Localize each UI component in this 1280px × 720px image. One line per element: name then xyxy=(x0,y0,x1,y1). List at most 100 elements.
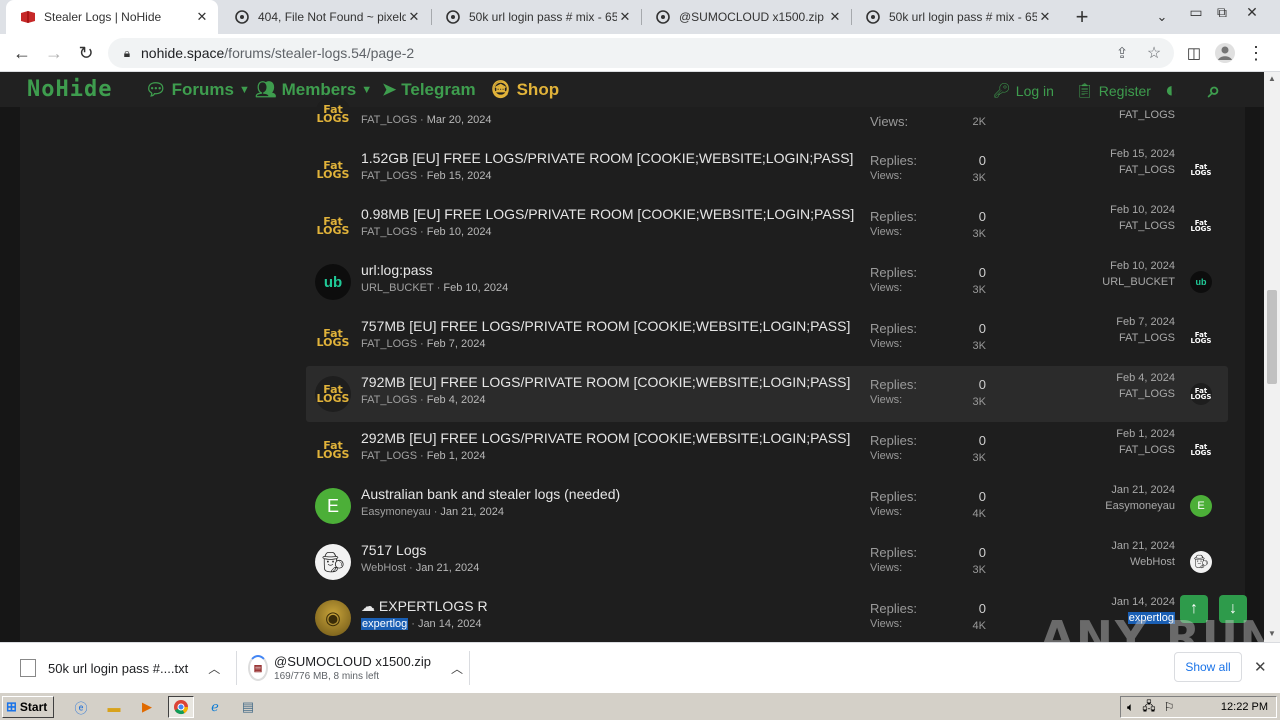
thread-date[interactable]: Mar 20, 2024 xyxy=(427,114,492,126)
ie-icon[interactable]: ⓔ xyxy=(70,696,92,718)
thread-title[interactable]: 757MB [EU] FREE LOGS/PRIVATE ROOM [COOKI… xyxy=(361,318,850,334)
easymoneyau-avatar-small[interactable]: E xyxy=(1190,495,1212,517)
thread-author[interactable]: expertlog xyxy=(361,618,409,630)
last-poster[interactable]: FAT_LOGS xyxy=(1119,388,1175,400)
tab-search-chevron-icon[interactable]: ⌄ xyxy=(1150,5,1174,29)
thread-author[interactable]: FAT_LOGS xyxy=(361,394,417,406)
reload-icon[interactable]: ↻ xyxy=(74,41,98,65)
edge-icon[interactable]: ℯ xyxy=(204,696,226,718)
scroll-up-arrow-icon[interactable]: ▲ xyxy=(1268,74,1276,83)
tab-404[interactable]: 404, File Not Found ~ pixeldra ✕ xyxy=(220,0,430,34)
last-post-date[interactable]: Feb 7, 2024 xyxy=(1116,316,1175,328)
last-post-date[interactable]: Feb 15, 2024 xyxy=(1110,148,1175,160)
last-poster[interactable]: FAT_LOGS xyxy=(1119,444,1175,456)
last-poster[interactable]: FAT_LOGS xyxy=(1119,332,1175,344)
lock-icon[interactable]: 🔒︎ xyxy=(115,41,139,65)
webhost-avatar-small[interactable]: 🕵︎ xyxy=(1190,551,1212,573)
thread-author[interactable]: FAT_LOGS xyxy=(361,450,417,462)
last-post-date[interactable]: Jan 21, 2024 xyxy=(1111,484,1175,496)
thread-date[interactable]: Feb 1, 2024 xyxy=(427,450,486,462)
close-icon[interactable]: ✕ xyxy=(1037,9,1053,25)
page-scrollbar[interactable]: ▲ ▼ xyxy=(1264,72,1280,642)
side-panel-icon[interactable]: ◫ xyxy=(1182,41,1206,65)
last-post-date[interactable]: Jan 14, 2024 xyxy=(1111,596,1175,608)
tab-50k-url-2[interactable]: 50k url login pass # mix - 65.t ✕ xyxy=(851,0,1061,34)
last-poster[interactable]: FAT_LOGS xyxy=(1119,220,1175,232)
fatlogs-avatar-small[interactable]: Fat LOGS xyxy=(1190,439,1212,461)
last-post-date[interactable]: Feb 4, 2024 xyxy=(1116,372,1175,384)
last-post-date[interactable]: Jan 21, 2024 xyxy=(1111,540,1175,552)
thread-row[interactable]: Fat LOGS 792MB [EU] FREE LOGS/PRIVATE ROOM… xyxy=(306,366,1228,422)
tab-sumocloud[interactable]: @SUMOCLOUD x1500.zip ~ pi ✕ xyxy=(641,0,851,34)
thread-date[interactable]: Jan 21, 2024 xyxy=(440,506,504,518)
thread-author[interactable]: FAT_LOGS xyxy=(361,170,417,182)
thread-date[interactable]: Feb 15, 2024 xyxy=(427,170,492,182)
close-icon[interactable]: ✕ xyxy=(406,9,422,25)
close-icon[interactable]: ✕ xyxy=(194,9,210,25)
fatlogs-avatar[interactable]: Fat LOGS xyxy=(315,432,351,468)
last-poster[interactable]: Easymoneyau xyxy=(1105,500,1175,512)
fatlogs-avatar[interactable]: Fat LOGS xyxy=(315,376,351,412)
thread-title[interactable]: 1.52GB [EU] FREE LOGS/PRIVATE ROOM [COOK… xyxy=(361,150,853,166)
show-all-button[interactable]: Show all xyxy=(1174,652,1242,682)
menu-icon[interactable]: ⋮ xyxy=(1244,41,1268,65)
fatlogs-avatar[interactable]: Fat LOGS xyxy=(315,208,351,244)
thread-author[interactable]: URL_BUCKET xyxy=(361,282,434,294)
thread-title[interactable]: ☁ EXPERTLOGS R xyxy=(361,598,488,615)
close-icon[interactable]: ✕ xyxy=(617,9,633,25)
fatlogs-avatar-small[interactable]: Fat LOGS xyxy=(1190,327,1212,349)
thread-author[interactable]: FAT_LOGS xyxy=(361,226,417,238)
scroll-down-arrow-icon[interactable]: ▼ xyxy=(1268,629,1276,638)
fatlogs-avatar-small[interactable]: Fat LOGS xyxy=(1190,383,1212,405)
thread-title[interactable]: url:log:pass xyxy=(361,262,433,278)
thread-row[interactable]: Fat LOGS 1.52GB [EU] FREE LOGS/PRIVATE ROO… xyxy=(306,142,1228,198)
thread-date[interactable]: Jan 14, 2024 xyxy=(418,618,482,630)
folder-icon[interactable]: ▬ xyxy=(103,696,125,718)
tab-50k-url[interactable]: 50k url login pass # mix - 65.t ✕ xyxy=(431,0,641,34)
window-close-icon[interactable]: ✕ xyxy=(1240,0,1264,24)
fatlogs-avatar-small[interactable]: Fat LOGS xyxy=(1190,159,1212,181)
minimize-icon[interactable]: ▭ xyxy=(1184,0,1208,24)
forward-icon[interactable]: → xyxy=(42,41,66,65)
url-bucket-avatar-small[interactable]: ub xyxy=(1190,271,1212,293)
download-item-zip[interactable]: ▤ @SUMOCLOUD x1500.zip 169/776 MB, 8 min… xyxy=(248,643,463,693)
fatlogs-avatar[interactable]: Fat LOGS xyxy=(315,152,351,188)
restore-icon[interactable]: ⧉ xyxy=(1210,0,1234,24)
easymoneyau-avatar[interactable]: E xyxy=(315,488,351,524)
thread-row[interactable]: Fat LOGS 757MB [EU] FREE LOGS/PRIVATE ROOM… xyxy=(306,310,1228,366)
close-shelf-icon[interactable]: ✕ xyxy=(1254,658,1267,676)
fatlogs-avatar[interactable]: Fat LOGS xyxy=(315,96,351,132)
back-icon[interactable]: ← xyxy=(10,41,34,65)
profile-icon[interactable] xyxy=(1213,41,1237,65)
close-icon[interactable]: ✕ xyxy=(827,9,843,25)
thread-date[interactable]: Feb 7, 2024 xyxy=(427,338,486,350)
webhost-avatar[interactable]: 🕵︎ xyxy=(315,544,351,580)
chevron-up-icon[interactable]: ︿ xyxy=(451,660,463,677)
last-poster[interactable]: FAT_LOGS xyxy=(1119,109,1175,121)
thread-title[interactable]: Australian bank and stealer logs (needed… xyxy=(361,486,620,502)
last-poster[interactable]: WebHost xyxy=(1130,556,1175,568)
last-post-date[interactable]: Feb 10, 2024 xyxy=(1110,260,1175,272)
thread-row[interactable]: Fat LOGS 0.98MB [EU] FREE LOGS/PRIVATE ROO… xyxy=(306,198,1228,254)
share-icon[interactable]: ⇪ xyxy=(1110,41,1134,65)
thread-author[interactable]: FAT_LOGS xyxy=(361,338,417,350)
thread-date[interactable]: Feb 4, 2024 xyxy=(427,394,486,406)
thread-row-partial[interactable]: Fat LOGS FAT_LOGS · Mar 20, 2024 Views: 2K … xyxy=(306,86,1228,142)
thread-row[interactable]: 🕵︎ 7517 Logs WebHost · Jan 21, 2024 Replies: 0… xyxy=(306,534,1228,590)
thread-title[interactable]: 792MB [EU] FREE LOGS/PRIVATE ROOM [COOKI… xyxy=(361,374,850,390)
last-poster[interactable]: FAT_LOGS xyxy=(1119,164,1175,176)
flag-icon[interactable]: ⚐ xyxy=(1164,700,1175,714)
thread-row[interactable]: E Australian bank and stealer logs (neede… xyxy=(306,478,1228,534)
thread-title[interactable]: 7517 Logs xyxy=(361,542,426,558)
last-post-date[interactable]: Feb 1, 2024 xyxy=(1116,428,1175,440)
new-tab-icon[interactable]: + xyxy=(1070,4,1094,29)
thread-row[interactable]: ub url:log:pass URL_BUCKET · Feb 10, 2024 Rep… xyxy=(306,254,1228,310)
download-item-txt[interactable]: 50k url login pass #....txt ︿ xyxy=(20,643,230,693)
fatlogs-avatar-small[interactable]: Fat LOGS xyxy=(1190,215,1212,237)
volume-icon[interactable]: 🔈︎ xyxy=(1127,700,1134,715)
thread-title[interactable]: 0.98MB [EU] FREE LOGS/PRIVATE ROOM [COOK… xyxy=(361,206,854,222)
nav-forums[interactable]: 💬︎ Forums ▼ xyxy=(145,80,250,100)
thread-author[interactable]: FAT_LOGS xyxy=(361,114,417,126)
last-poster[interactable]: URL_BUCKET xyxy=(1102,276,1175,288)
last-post-date[interactable]: Feb 10, 2024 xyxy=(1110,204,1175,216)
